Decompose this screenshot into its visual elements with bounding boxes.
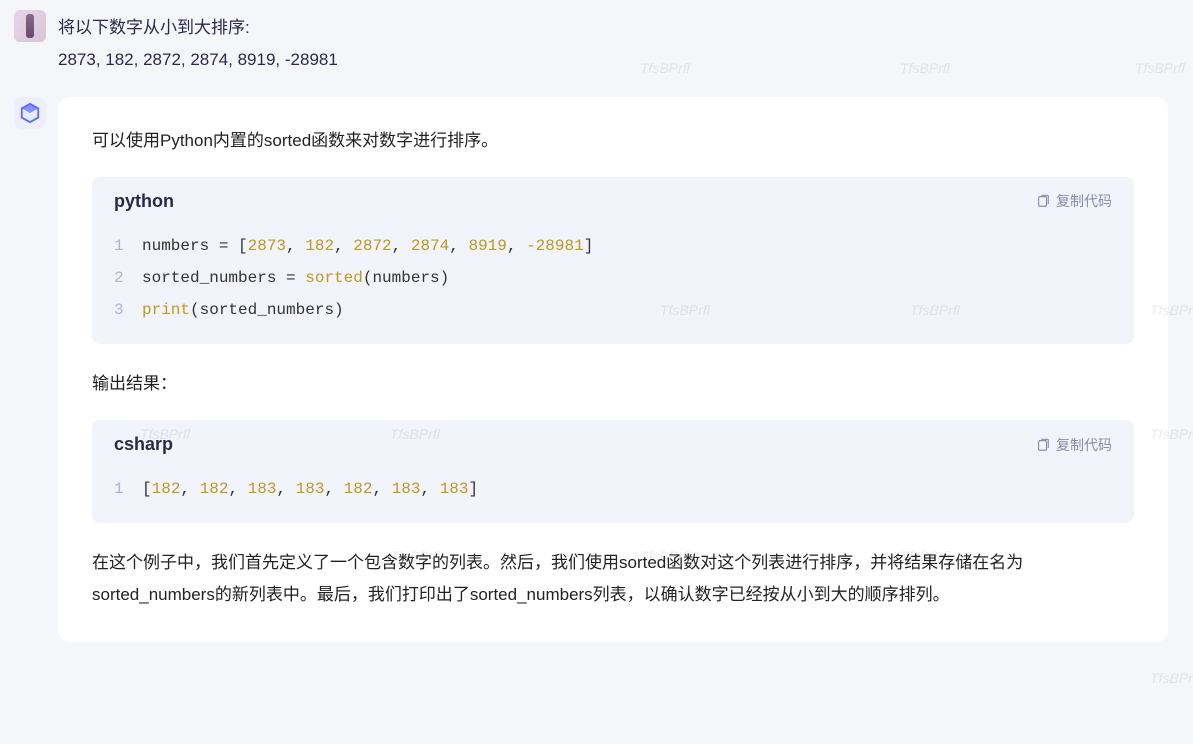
copy-icon (1036, 438, 1050, 452)
copy-button[interactable]: 复制代码 (1036, 191, 1112, 211)
copy-label: 复制代码 (1056, 435, 1112, 455)
code-line: 3print(sorted_numbers) (114, 294, 1112, 326)
line-number: 1 (114, 230, 142, 262)
line-number: 1 (114, 473, 142, 505)
copy-button[interactable]: 复制代码 (1036, 435, 1112, 455)
code-block-csharp: csharp 复制代码 1[182, 182, 183, 183, 182, 1… (92, 420, 1134, 523)
code-header: csharp 复制代码 (92, 420, 1134, 467)
code-header: python 复制代码 (92, 177, 1134, 224)
code-body[interactable]: 1[182, 182, 183, 183, 182, 183, 183] (92, 467, 1134, 523)
user-line2: 2873, 182, 2872, 2874, 8919, -28981 (58, 44, 338, 76)
outro-text: 在这个例子中，我们首先定义了一个包含数字的列表。然后，我们使用sorted函数对… (92, 547, 1134, 612)
code-line: 2sorted_numbers = sorted(numbers) (114, 262, 1112, 294)
mid-text: 输出结果： (92, 368, 1134, 400)
code-block-python: python 复制代码 1numbers = [2873, 182, 2872,… (92, 177, 1134, 344)
watermark: TfsBPrfl (1150, 670, 1193, 686)
code-lang: csharp (114, 434, 173, 455)
line-number: 3 (114, 294, 142, 326)
code-line: 1numbers = [2873, 182, 2872, 2874, 8919,… (114, 230, 1112, 262)
user-line1: 将以下数字从小到大排序: (58, 12, 338, 44)
user-message: 将以下数字从小到大排序: 2873, 182, 2872, 2874, 8919… (10, 10, 1183, 77)
ai-avatar-icon (14, 97, 46, 129)
copy-icon (1036, 194, 1050, 208)
user-avatar (14, 10, 46, 42)
copy-label: 复制代码 (1056, 191, 1112, 211)
code-line: 1[182, 182, 183, 183, 182, 183, 183] (114, 473, 1112, 505)
user-text: 将以下数字从小到大排序: 2873, 182, 2872, 2874, 8919… (58, 10, 338, 77)
ai-message: 可以使用Python内置的sorted函数来对数字进行排序。 python 复制… (10, 97, 1183, 642)
code-lang: python (114, 191, 174, 212)
line-number: 2 (114, 262, 142, 294)
code-body[interactable]: 1numbers = [2873, 182, 2872, 2874, 8919,… (92, 224, 1134, 344)
ai-card: 可以使用Python内置的sorted函数来对数字进行排序。 python 复制… (58, 97, 1168, 642)
intro-text: 可以使用Python内置的sorted函数来对数字进行排序。 (92, 125, 1134, 157)
